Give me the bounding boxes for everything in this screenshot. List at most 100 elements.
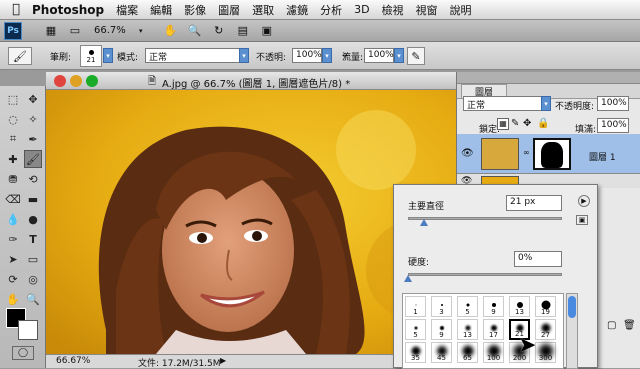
brush-preview[interactable]: 21 [80, 45, 102, 67]
brush-dropdown[interactable]: ▾ [103, 48, 113, 63]
app-menu[interactable]: Photoshop [32, 3, 104, 17]
layer-name[interactable]: 圖層 1 [589, 150, 616, 163]
new-layer-icon[interactable]: ▢ [607, 320, 616, 331]
brush-preset[interactable]: 13 [457, 319, 478, 340]
crop-tool-icon[interactable]: ⌗ [4, 130, 22, 148]
view-extras-icon[interactable]: ▭ [66, 23, 84, 39]
menu-edit[interactable]: 編輯 [150, 2, 172, 18]
menu-help[interactable]: 說明 [450, 2, 472, 18]
quick-mask-icon[interactable]: ◯ [12, 346, 34, 360]
master-diameter-input[interactable]: 21 px [506, 195, 562, 211]
apple-icon[interactable]:  [0, 2, 32, 17]
screen-mode-icon[interactable]: ▣ [258, 23, 276, 39]
layer-opacity-input[interactable]: 100% [597, 96, 629, 111]
background-color-swatch[interactable] [18, 320, 38, 340]
close-window-button[interactable] [54, 75, 66, 87]
photoshop-logo[interactable]: Ps [4, 21, 22, 40]
fill-input[interactable]: 100% [597, 118, 629, 133]
flow-dropdown[interactable]: ▾ [394, 48, 404, 63]
hand-tool-icon[interactable]: ✋ [162, 23, 180, 39]
lock-pixels-icon[interactable]: ✎ [511, 118, 519, 129]
brush-preset[interactable]: 100 [483, 342, 504, 363]
bridge-icon[interactable]: ▦ [42, 23, 60, 39]
lock-transparency-icon[interactable]: ▦ [497, 118, 509, 130]
healing-brush-icon[interactable]: ✚ [4, 150, 22, 168]
gradient-icon[interactable]: ▬ [24, 190, 42, 208]
menu-view[interactable]: 檢視 [382, 2, 404, 18]
blend-mode-dropdown[interactable]: ▾ [541, 96, 551, 111]
menu-window[interactable]: 視窗 [416, 2, 438, 18]
menu-filter[interactable]: 濾鏡 [286, 2, 308, 18]
brush-preset[interactable]: 19 [535, 296, 556, 317]
brush-preset[interactable]: 17 [483, 319, 504, 340]
brush-preset-icon[interactable]: 🖌 [8, 47, 32, 65]
brush-preset[interactable]: 300 [535, 342, 556, 363]
lock-position-icon[interactable]: ✥ [523, 118, 531, 129]
zoom-window-button[interactable] [86, 75, 98, 87]
presets-scrollbar-thumb[interactable] [568, 296, 576, 318]
marquee-tool-icon[interactable]: ⬚ [4, 90, 22, 108]
quick-select-icon[interactable]: ✧ [24, 110, 42, 128]
menu-select[interactable]: 選取 [252, 2, 274, 18]
blend-mode-select[interactable]: 正常 [463, 96, 551, 111]
clone-stamp-icon[interactable]: ⛃ [4, 170, 22, 188]
3d-rotate-icon[interactable]: ⟳ [4, 270, 22, 288]
menu-image[interactable]: 影像 [184, 2, 206, 18]
3d-orbit-icon[interactable]: ◎ [24, 270, 42, 288]
zoom-tool-icon[interactable]: 🔍 [24, 290, 42, 308]
presets-scrollbar[interactable] [566, 293, 578, 369]
airbrush-icon[interactable]: ✎ [407, 47, 425, 65]
shape-tool-icon[interactable]: ▭ [24, 250, 42, 268]
zoom-percentage[interactable]: 66.67% [56, 356, 90, 366]
layer-mask-thumbnail[interactable] [533, 138, 571, 170]
minimize-window-button[interactable] [70, 75, 82, 87]
brush-preset[interactable]: 27 [535, 319, 556, 340]
brush-tool-icon[interactable]: 🖌 [24, 150, 42, 168]
rotate-view-icon[interactable]: ↻ [210, 23, 228, 39]
zoom-level[interactable]: 66.7% [94, 25, 126, 36]
history-brush-icon[interactable]: ⟲ [24, 170, 42, 188]
brush-preset[interactable]: 5 [405, 319, 426, 340]
menu-layer[interactable]: 圖層 [218, 2, 240, 18]
hand-tool-icon[interactable]: ✋ [4, 290, 22, 308]
hardness-input[interactable]: 0% [514, 251, 562, 267]
menu-analysis[interactable]: 分析 [320, 2, 342, 18]
arrange-documents-icon[interactable]: ▤ [234, 23, 252, 39]
dodge-tool-icon[interactable]: ● [24, 210, 42, 228]
pen-tool-icon[interactable]: ✑ [4, 230, 22, 248]
hardness-slider-thumb[interactable] [404, 275, 412, 282]
brush-preset[interactable]: 35 [405, 342, 426, 363]
blur-tool-icon[interactable]: 💧 [4, 210, 22, 228]
path-select-icon[interactable]: ➤ [4, 250, 22, 268]
zoom-tool-icon[interactable]: 🔍 [186, 23, 204, 39]
layer-visibility-eye-icon[interactable]: 👁 [461, 148, 474, 159]
brush-preset[interactable]: 65 [457, 342, 478, 363]
zoom-dropdown-icon[interactable]: ▾ [132, 23, 150, 39]
menu-file[interactable]: 檔案 [116, 2, 138, 18]
picker-menu-icon[interactable]: ▶ [578, 195, 590, 207]
menu-3d[interactable]: 3D [354, 3, 369, 16]
move-tool-icon[interactable]: ✥ [24, 90, 42, 108]
brush-preset[interactable]: 3 [431, 296, 452, 317]
brush-preset[interactable]: 1 [405, 296, 426, 317]
mask-link-icon[interactable]: ∞ [523, 148, 530, 157]
layer-thumbnail[interactable] [481, 138, 519, 170]
flow-input[interactable]: 100% [364, 48, 394, 63]
new-preset-icon[interactable]: ▣ [576, 215, 588, 225]
mode-select[interactable]: 正常 [145, 48, 240, 63]
brush-preset[interactable]: 5 [457, 296, 478, 317]
eraser-icon[interactable]: ⌫ [4, 190, 22, 208]
eyedropper-icon[interactable]: ✒ [24, 130, 42, 148]
type-tool-icon[interactable]: T [24, 230, 42, 248]
brush-preset[interactable]: 13 [509, 296, 530, 317]
status-menu-icon[interactable]: ▶ [220, 356, 226, 365]
hardness-slider[interactable] [408, 273, 562, 276]
diameter-slider[interactable] [408, 217, 562, 220]
diameter-slider-thumb[interactable] [420, 219, 428, 226]
opacity-input[interactable]: 100% [292, 48, 322, 63]
brush-preset[interactable]: 9 [431, 319, 452, 340]
delete-layer-icon[interactable]: 🗑 [623, 320, 636, 331]
lasso-tool-icon[interactable]: ◌ [4, 110, 22, 128]
mode-dropdown[interactable]: ▾ [239, 48, 249, 63]
brush-preset[interactable]: 9 [483, 296, 504, 317]
